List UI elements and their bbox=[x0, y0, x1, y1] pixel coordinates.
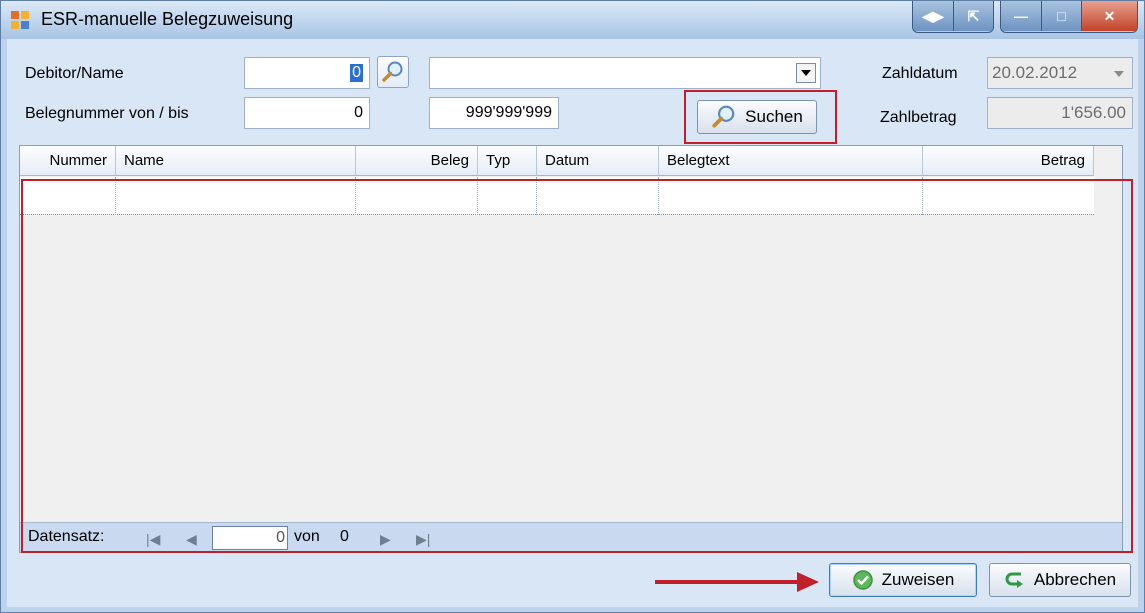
column-header-name[interactable]: Name bbox=[116, 146, 356, 176]
debitor-lookup-button[interactable] bbox=[377, 56, 409, 88]
column-header-beleg[interactable]: Beleg bbox=[356, 146, 478, 176]
column-header-typ[interactable]: Typ bbox=[478, 146, 537, 176]
zahldatum-value: 20.02.2012 bbox=[992, 63, 1078, 82]
undo-arrow-icon bbox=[1005, 572, 1023, 588]
cancel-button-label: Abbrechen bbox=[1033, 570, 1117, 589]
window-title: ESR-manuelle Belegzuweisung bbox=[41, 9, 294, 29]
client-area: Debitor/Name 0 Zahldatum 20.02.2012 Bele… bbox=[7, 39, 1138, 607]
maximize-icon[interactable]: □ bbox=[1041, 1, 1081, 31]
debitor-value: 0 bbox=[350, 64, 363, 82]
zahlbetrag-label: Zahlbetrag bbox=[880, 109, 957, 126]
name-combobox[interactable] bbox=[429, 57, 821, 89]
grid-header: Nummer Name Beleg Typ Datum Belegtext Be… bbox=[20, 146, 1094, 176]
window-controls: — □ ✕ bbox=[1000, 1, 1138, 33]
export-icon[interactable]: ⇱ bbox=[953, 1, 993, 31]
column-header-datum[interactable]: Datum bbox=[537, 146, 659, 176]
resize-arrows-icon[interactable]: ◀▶ bbox=[913, 1, 953, 31]
beleg-from-value: 0 bbox=[354, 104, 363, 121]
belegnummer-label: Belegnummer von / bis bbox=[25, 105, 189, 122]
title-bar[interactable]: ESR-manuelle Belegzuweisung ◀▶ ⇱ — □ ✕ bbox=[1, 1, 1144, 39]
zahldatum-label: Zahldatum bbox=[882, 65, 958, 82]
zahldatum-picker[interactable]: 20.02.2012 bbox=[987, 57, 1133, 89]
minimize-icon[interactable]: — bbox=[1001, 1, 1041, 31]
title-buttons: ◀▶ ⇱ — □ ✕ bbox=[912, 1, 1138, 33]
beleg-to-value: 999'999'999 bbox=[465, 104, 552, 121]
chevron-down-icon bbox=[801, 70, 811, 76]
dialog-window: ESR-manuelle Belegzuweisung ◀▶ ⇱ — □ ✕ D… bbox=[0, 0, 1145, 613]
search-highlight-box bbox=[684, 90, 837, 144]
cancel-button[interactable]: Abbrechen bbox=[989, 563, 1131, 597]
close-icon[interactable]: ✕ bbox=[1081, 1, 1137, 31]
debitor-input[interactable]: 0 bbox=[244, 57, 370, 89]
grid-highlight-box bbox=[21, 179, 1133, 553]
check-circle-icon bbox=[852, 570, 873, 590]
assign-button-label: Zuweisen bbox=[881, 570, 955, 589]
magnifier-icon bbox=[382, 61, 403, 82]
chevron-down-icon bbox=[1114, 71, 1124, 77]
extra-title-buttons: ◀▶ ⇱ bbox=[912, 1, 994, 33]
annotation-arrow-head bbox=[797, 572, 819, 592]
annotation-arrow-shaft bbox=[655, 580, 800, 584]
column-header-belegtext[interactable]: Belegtext bbox=[659, 146, 923, 176]
zahlbetrag-field: 1'656.00 bbox=[987, 97, 1133, 129]
beleg-from-input[interactable]: 0 bbox=[244, 97, 370, 129]
zahlbetrag-value: 1'656.00 bbox=[1061, 103, 1126, 122]
assign-button[interactable]: Zuweisen bbox=[829, 563, 977, 597]
debitor-label: Debitor/Name bbox=[25, 65, 124, 82]
combo-dropdown-button[interactable] bbox=[796, 63, 816, 83]
column-header-nummer[interactable]: Nummer bbox=[20, 146, 116, 176]
beleg-to-input[interactable]: 999'999'999 bbox=[429, 97, 559, 129]
app-grid-icon bbox=[11, 11, 29, 29]
column-header-betrag[interactable]: Betrag bbox=[923, 146, 1094, 176]
